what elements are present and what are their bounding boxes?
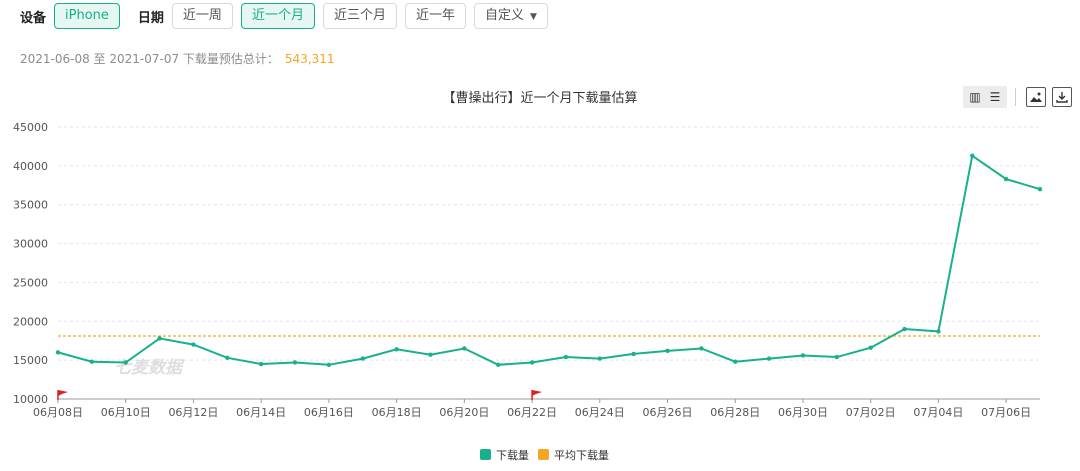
download-point[interactable] — [394, 347, 399, 352]
download-point[interactable] — [428, 352, 433, 357]
download-point[interactable] — [496, 362, 501, 368]
download-point[interactable] — [597, 356, 602, 361]
y-tick-label: 10000 — [13, 393, 48, 406]
download-point[interactable] — [800, 353, 806, 358]
download-point[interactable] — [225, 355, 230, 361]
y-tick-label: 20000 — [13, 315, 48, 328]
legend-swatch-average[interactable] — [538, 449, 549, 460]
chart-title: 【曹操出行】近一个月下载量估算 — [442, 90, 637, 106]
y-tick-label: 30000 — [13, 238, 48, 251]
download-point[interactable] — [563, 354, 569, 360]
y-axis: 10000 15000 20000 25000 30000 35000 40000 45000 — [13, 121, 48, 406]
download-point[interactable] — [733, 359, 738, 364]
x-tick-label: 07月02日 — [846, 406, 896, 419]
x-tick-label: 06月08日 — [33, 406, 83, 419]
download-point[interactable] — [292, 360, 298, 365]
download-point[interactable] — [89, 359, 95, 364]
download-point[interactable] — [631, 351, 636, 357]
download-point[interactable] — [326, 362, 332, 368]
x-tick-label: 06月28日 — [710, 406, 760, 419]
download-point[interactable] — [1003, 176, 1009, 182]
y-tick-label: 40000 — [13, 160, 48, 173]
download-point[interactable] — [665, 348, 670, 354]
legend-label-downloads[interactable]: 下载量 — [496, 449, 529, 462]
y-tick-label: 15000 — [13, 354, 48, 367]
x-tick-label: 06月12日 — [168, 406, 218, 419]
download-point[interactable] — [868, 345, 873, 350]
legend-swatch-downloads[interactable] — [480, 449, 491, 460]
y-tick-label: 25000 — [13, 276, 48, 289]
flag-cloth — [532, 390, 543, 396]
flag-cloth — [58, 390, 68, 396]
x-tick-label: 06月14日 — [236, 406, 286, 419]
legend-label-average[interactable]: 平均下载量 — [554, 449, 609, 462]
y-tick-label: 35000 — [13, 199, 48, 212]
grid-lines — [58, 126, 1040, 361]
x-tick-label: 06月22日 — [507, 406, 557, 419]
download-point[interactable] — [834, 354, 840, 360]
x-tick-label: 06月30日 — [778, 406, 828, 419]
download-point[interactable] — [902, 326, 907, 332]
download-point[interactable] — [191, 342, 196, 347]
download-point[interactable] — [157, 336, 162, 341]
download-series — [55, 153, 1043, 368]
download-point[interactable] — [699, 346, 704, 351]
x-tick-label: 06月10日 — [101, 406, 151, 419]
download-point[interactable] — [970, 153, 975, 158]
download-point[interactable] — [360, 356, 365, 361]
download-point[interactable] — [766, 356, 772, 361]
download-point[interactable] — [258, 361, 264, 367]
x-tick-label: 06月20日 — [439, 406, 489, 419]
x-tick-label: 06月26日 — [643, 406, 693, 419]
download-point[interactable] — [936, 329, 941, 334]
download-point[interactable] — [1037, 186, 1043, 192]
legend: 下载量 平均下载量 — [480, 449, 609, 462]
x-tick-label: 06月24日 — [575, 406, 625, 419]
line-chart: 【曹操出行】近一个月下载量估算 七麦数据 1000015000200002500… — [13, 90, 1043, 462]
x-tick-label: 06月18日 — [372, 406, 422, 419]
download-point[interactable] — [55, 350, 61, 355]
download-point[interactable] — [123, 360, 128, 365]
x-tick-label: 07月06日 — [981, 406, 1031, 419]
download-point[interactable] — [462, 346, 467, 351]
x-axis: 06月08日 06月10日 06月12日 06月14日 06月16日 06月18日 06月2… — [33, 398, 1040, 419]
x-tick-label: 06月16日 — [304, 406, 354, 419]
x-tick-label: 07月04日 — [913, 406, 963, 419]
y-tick-label: 45000 — [13, 121, 48, 134]
download-point[interactable] — [529, 360, 535, 365]
download-line — [57, 154, 1041, 366]
